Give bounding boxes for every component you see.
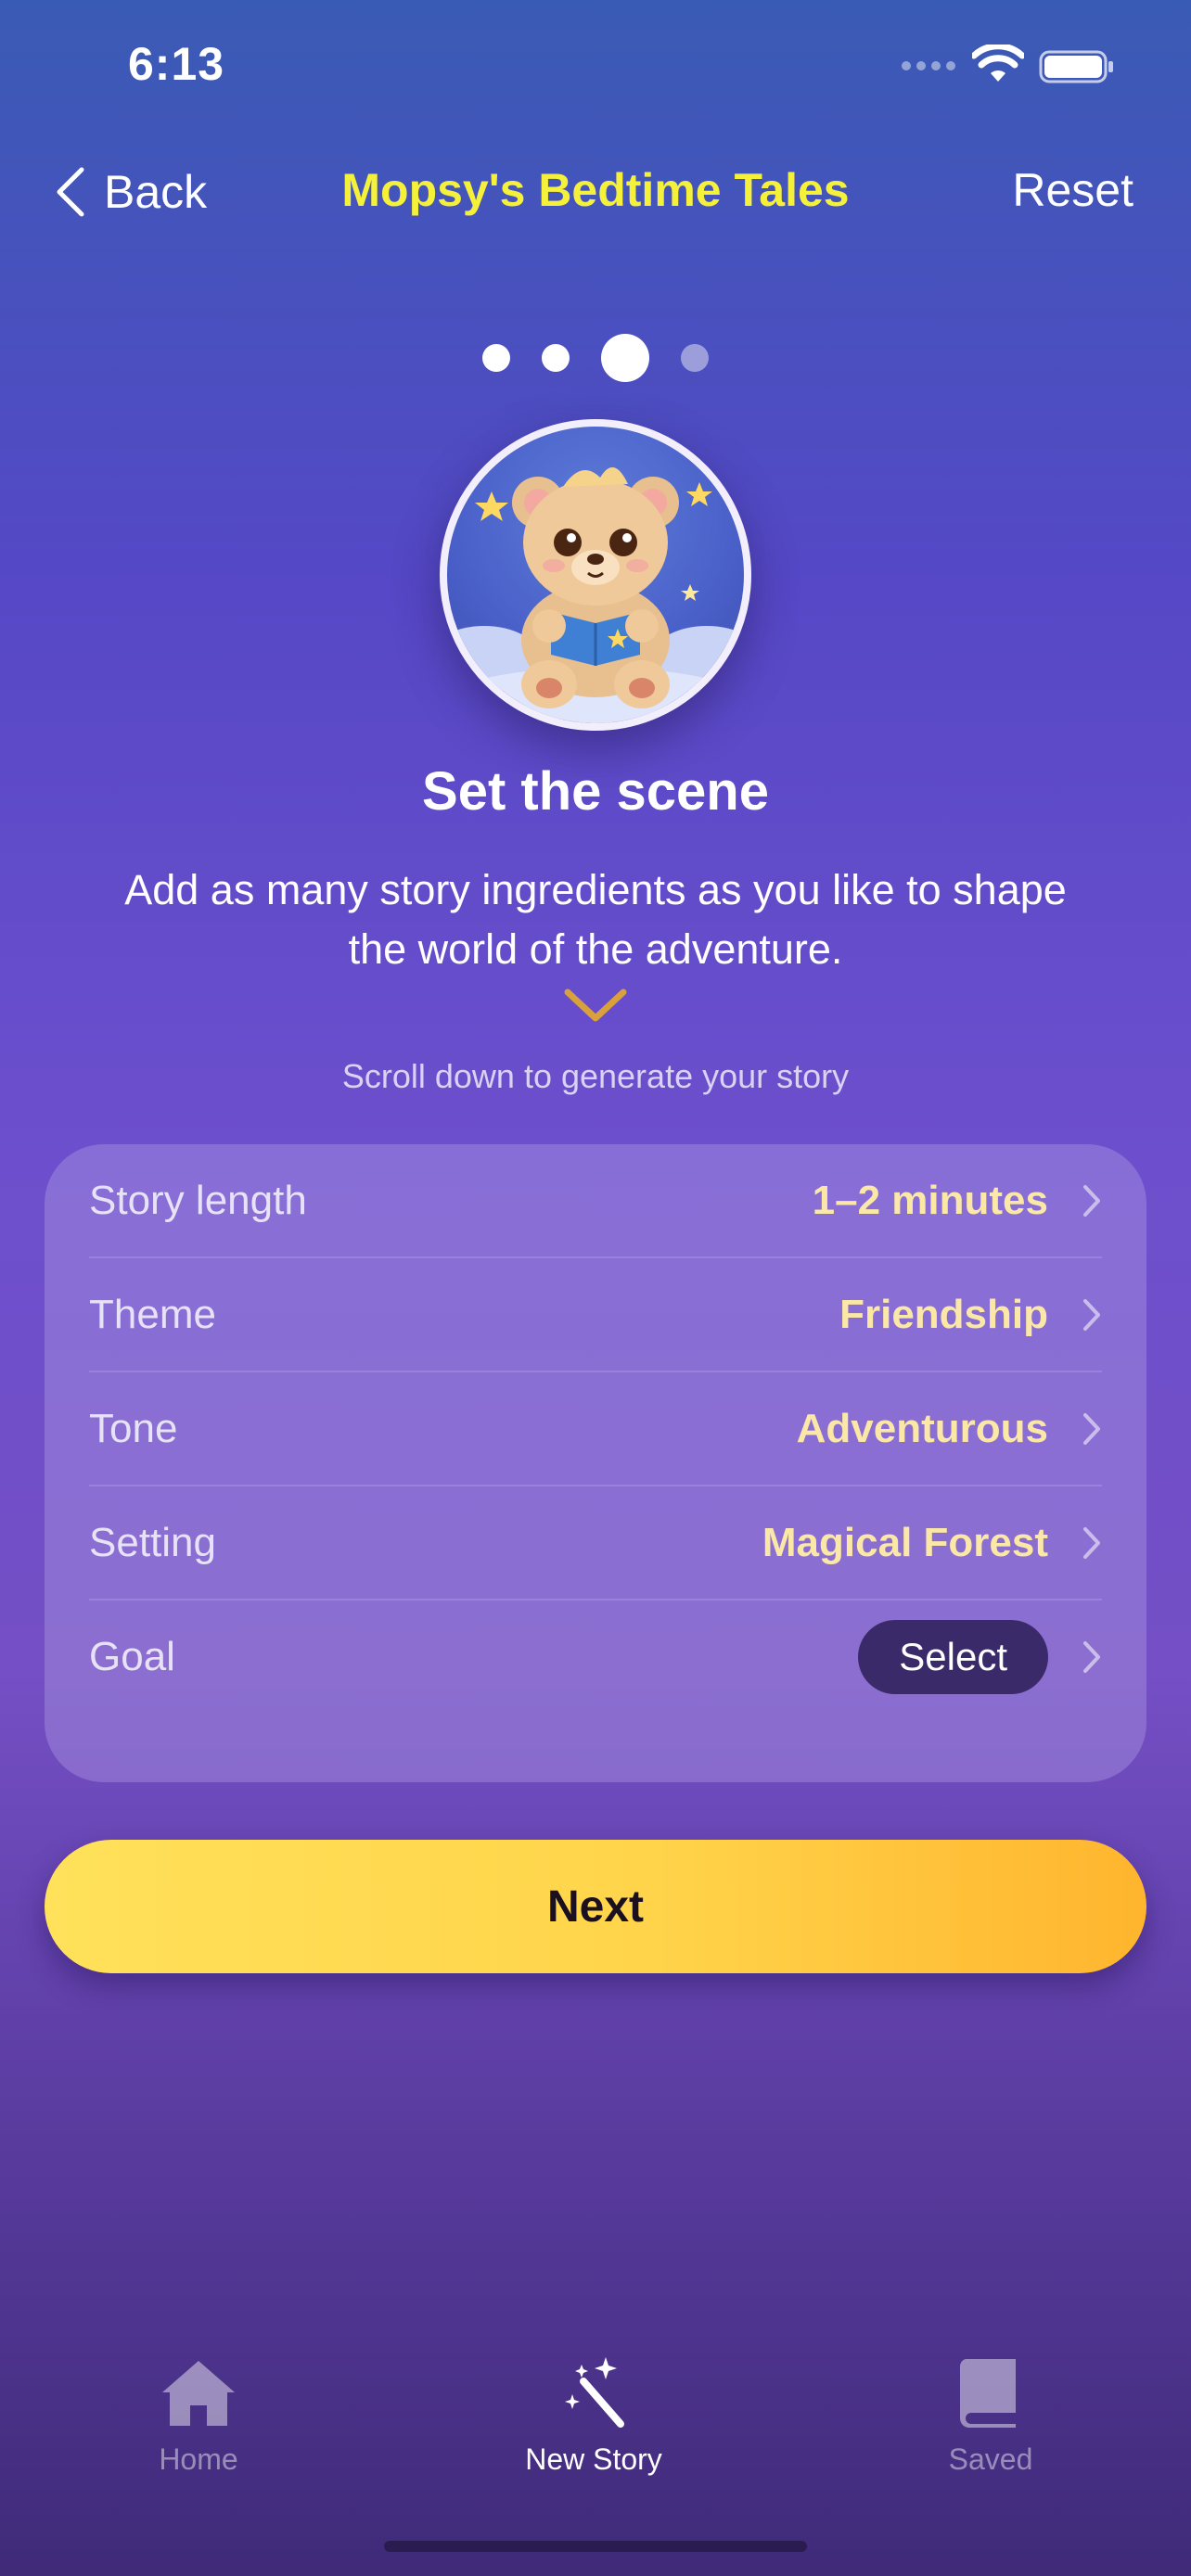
option-label: Goal [89,1633,175,1679]
chevron-right-icon [1083,1412,1100,1445]
option-value: Magical Forest [762,1519,1048,1565]
step-indicator [0,334,1191,382]
step-dot [482,344,510,372]
book-icon [959,2359,1016,2428]
magic-wand-icon [565,2357,624,2428]
step-dot [681,344,709,372]
tab-new-story[interactable]: New Story [455,2355,733,2477]
tab-label: Saved [948,2442,1033,2476]
home-indicator [384,2541,807,2552]
option-value: 1–2 minutes [812,1177,1048,1223]
tab-label: New Story [525,2442,662,2476]
option-row-story-length[interactable]: Story length 1–2 minutes [89,1144,1102,1258]
wifi-icon [972,45,1024,82]
chevron-down-icon[interactable] [562,985,629,1026]
chevron-right-icon [1083,1184,1100,1217]
scroll-hint: Scroll down to generate your story [341,1057,850,1095]
step-dot-active [601,334,649,382]
tab-label: Home [159,2442,238,2476]
step-dot [542,344,570,372]
house-icon [162,2361,235,2426]
tab-home[interactable]: Home [59,2355,338,2477]
option-row-tone[interactable]: Tone Adventurous [89,1372,1102,1486]
option-row-setting[interactable]: Setting Magical Forest [89,1486,1102,1600]
reset-button[interactable]: Reset [1012,163,1133,217]
chevron-right-icon [1083,1640,1100,1673]
bear-avatar [440,419,751,731]
option-value: Friendship [839,1291,1048,1337]
option-row-theme[interactable]: Theme Friendship [89,1258,1102,1372]
option-label: Story length [89,1177,307,1223]
option-label: Setting [89,1519,216,1565]
status-time: 6:13 [128,38,225,90]
chevron-right-icon [1083,1526,1100,1559]
story-options-card: Story length 1–2 minutes Theme Friendshi… [45,1144,1146,1782]
option-row-goal[interactable]: Goal Select [89,1600,1102,1713]
option-value: Adventurous [796,1405,1048,1451]
page-title: Set the scene [422,761,769,822]
chevron-right-icon [1083,1298,1100,1331]
cellular-signal-icon [902,61,957,80]
page-description: Add as many story ingredients as you lik… [124,866,1067,973]
option-label: Theme [89,1291,216,1337]
goal-select-button[interactable]: Select [858,1619,1048,1694]
option-label: Tone [89,1405,178,1451]
battery-icon [1039,50,1113,83]
teddy-bear-illustration [447,467,744,723]
tab-saved[interactable]: Saved [852,2355,1130,2477]
next-button[interactable]: Next [45,1840,1146,1973]
